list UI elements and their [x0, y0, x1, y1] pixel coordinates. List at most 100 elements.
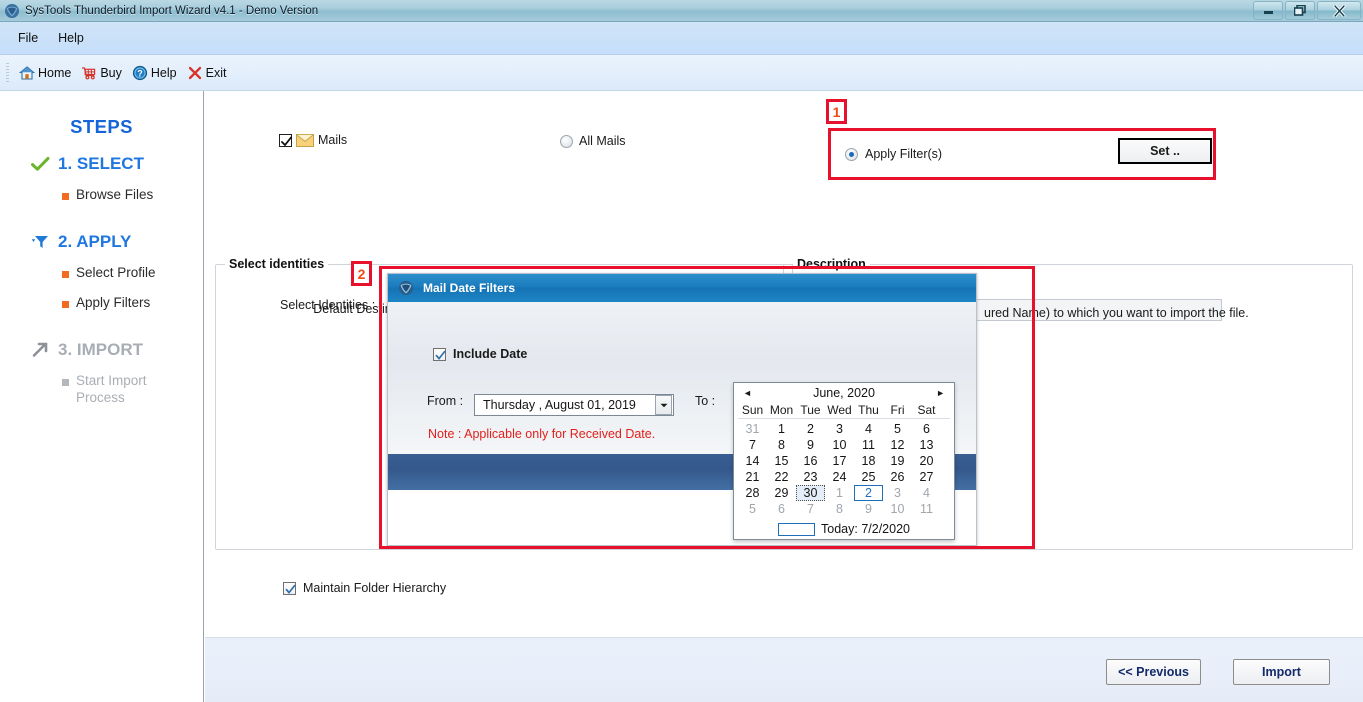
calendar-day-cell[interactable]: 10	[883, 501, 912, 517]
apply-filters-radio[interactable]: Apply Filter(s)	[845, 147, 942, 161]
close-button[interactable]	[1317, 1, 1361, 20]
sidebar-item-apply-filters-label: Apply Filters	[76, 294, 151, 310]
set-button[interactable]: Set ..	[1118, 138, 1212, 164]
sidebar-item-start-import: Start Import Process	[0, 373, 203, 407]
calendar-month-label[interactable]: June, 2020	[813, 386, 875, 400]
calendar-day-cell[interactable]: 27	[912, 469, 941, 485]
apply-filters-option: Apply Filter(s) Set ..	[834, 128, 1222, 180]
sidebar-item-start-import-label: Start Import Process	[76, 372, 147, 405]
menu-file[interactable]: File	[8, 27, 48, 49]
chevron-down-icon[interactable]	[655, 395, 672, 415]
calendar-day-cell[interactable]: 7	[796, 501, 825, 517]
all-mails-label: All Mails	[579, 134, 626, 148]
calendar-day-cell[interactable]: 5	[738, 501, 767, 517]
minimize-button[interactable]	[1253, 1, 1283, 20]
thunderbird-icon	[398, 280, 414, 296]
calendar-day-cell[interactable]: 3	[825, 421, 854, 437]
calendar-day-cell[interactable]: 29	[767, 485, 796, 501]
calendar-day-cell[interactable]: 7	[738, 437, 767, 453]
toolbar-exit[interactable]: Exit	[183, 62, 233, 84]
to-label: To :	[695, 394, 716, 408]
thunderbird-icon	[4, 3, 20, 19]
calendar-day-cell[interactable]: 24	[825, 469, 854, 485]
calendar-day-cell[interactable]: 6	[767, 501, 796, 517]
description-legend: Description	[793, 257, 870, 271]
annotation-badge-2: 2	[351, 261, 372, 286]
toolbar-home-label: Home	[38, 65, 72, 80]
date-picker-calendar: ◄ June, 2020 ► Sun Mon Tue Wed Thu Fri S…	[733, 382, 955, 540]
window-controls	[1253, 1, 1361, 20]
toolbar: Home Buy ? Help Exit	[0, 55, 1363, 91]
menu-bar: File Help	[0, 22, 1363, 55]
calendar-day-cell[interactable]: 18	[854, 453, 883, 469]
calendar-day-cell[interactable]: 5	[883, 421, 912, 437]
toolbar-help-label: Help	[150, 65, 177, 80]
calendar-day-cell[interactable]: 11	[912, 501, 941, 517]
calendar-day-cell[interactable]: 1	[767, 421, 796, 437]
calendar-day-cell[interactable]: 8	[767, 437, 796, 453]
calendar-day-cell[interactable]: 28	[738, 485, 767, 501]
import-button[interactable]: Import	[1233, 659, 1330, 685]
sidebar-step-select[interactable]: 1. SELECT	[0, 154, 203, 174]
calendar-day-cell[interactable]: 25	[854, 469, 883, 485]
toolbar-buy[interactable]: Buy	[77, 62, 128, 84]
dow-wed: Wed	[827, 403, 852, 417]
restore-button[interactable]	[1285, 1, 1315, 20]
sidebar-item-apply-filters[interactable]: Apply Filters	[0, 295, 203, 312]
previous-button[interactable]: << Previous	[1106, 659, 1201, 685]
calendar-day-cell[interactable]: 15	[767, 453, 796, 469]
from-date-picker[interactable]: Thursday , August 01, 2019	[474, 394, 674, 416]
sidebar-item-select-profile[interactable]: Select Profile	[0, 265, 203, 282]
calendar-day-cell[interactable]: 13	[912, 437, 941, 453]
calendar-day-cell[interactable]: 14	[738, 453, 767, 469]
toolbar-exit-label: Exit	[205, 65, 227, 80]
envelope-icon	[296, 133, 314, 147]
dow-sat: Sat	[917, 403, 936, 417]
calendar-day-cell[interactable]: 3	[883, 485, 912, 501]
include-date-label: Include Date	[453, 347, 528, 361]
mails-label: Mails	[318, 133, 348, 147]
calendar-day-cell[interactable]: 8	[825, 501, 854, 517]
include-date-checkbox[interactable]: Include Date	[433, 347, 527, 361]
dialog-title: Mail Date Filters	[423, 281, 516, 295]
sidebar-step-apply[interactable]: 2. APPLY	[0, 232, 203, 252]
calendar-day-cell[interactable]: 4	[854, 421, 883, 437]
calendar-day-cell[interactable]: 2	[796, 421, 825, 437]
calendar-day-cell[interactable]: 4	[912, 485, 941, 501]
square-bullet-icon	[62, 378, 69, 386]
calendar-day-headers: Sun Mon Tue Wed Thu Fri Sat	[738, 403, 950, 419]
calendar-day-cell[interactable]: 20	[912, 453, 941, 469]
mail-options-row: Mails All Mails Apply Filter(s) Set ..	[205, 128, 1363, 164]
calendar-day-cell[interactable]: 19	[883, 453, 912, 469]
all-mails-radio[interactable]: All Mails	[560, 134, 626, 148]
menu-help[interactable]: Help	[48, 27, 94, 49]
calendar-day-cell[interactable]: 2	[854, 485, 883, 501]
toolbar-home[interactable]: Home	[15, 62, 77, 84]
calendar-day-cell[interactable]: 12	[883, 437, 912, 453]
toolbar-grip[interactable]	[6, 62, 9, 83]
sidebar-item-browse-files[interactable]: Browse Files	[0, 187, 203, 204]
calendar-day-cell[interactable]: 10	[825, 437, 854, 453]
calendar-day-cell[interactable]: 31	[738, 421, 767, 437]
calendar-day-cell[interactable]: 21	[738, 469, 767, 485]
calendar-day-cell[interactable]: 26	[883, 469, 912, 485]
calendar-day-cell[interactable]: 6	[912, 421, 941, 437]
calendar-day-cell[interactable]: 9	[854, 501, 883, 517]
sidebar-step-apply-label: 2. APPLY	[58, 231, 132, 251]
mails-checkbox[interactable]: Mails	[279, 133, 347, 147]
calendar-day-cell[interactable]: 17	[825, 453, 854, 469]
calendar-day-cell[interactable]: 11	[854, 437, 883, 453]
toolbar-help[interactable]: ? Help	[128, 62, 183, 84]
calendar-day-cell[interactable]: 30	[796, 485, 825, 501]
prev-month-icon[interactable]: ◄	[743, 388, 752, 398]
toolbar-buy-label: Buy	[100, 65, 122, 80]
calendar-day-cell[interactable]: 1	[825, 485, 854, 501]
calendar-day-cell[interactable]: 22	[767, 469, 796, 485]
calendar-day-cell[interactable]: 23	[796, 469, 825, 485]
calendar-day-cell[interactable]: 9	[796, 437, 825, 453]
maintain-folder-hierarchy-checkbox[interactable]: Maintain Folder Hierarchy	[283, 581, 446, 595]
radio-circle-selected	[845, 147, 858, 161]
next-month-icon[interactable]: ►	[936, 388, 945, 398]
calendar-day-cell[interactable]: 16	[796, 453, 825, 469]
annotation-badge-1: 1	[826, 99, 847, 124]
